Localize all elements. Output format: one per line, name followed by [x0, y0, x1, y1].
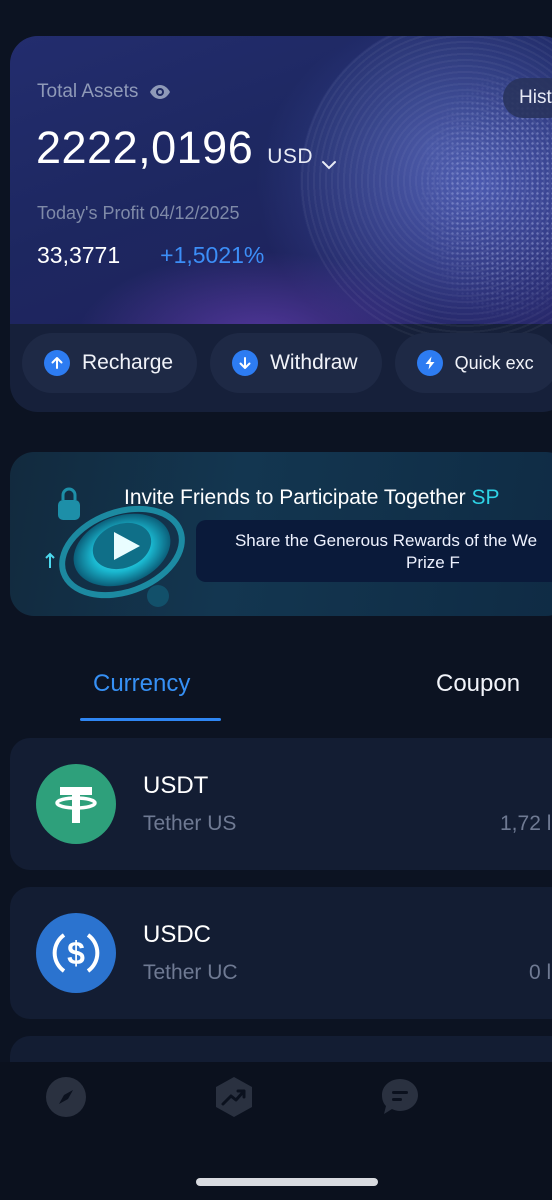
invite-friends-banner[interactable]: Invite Friends to Participate Together S… — [10, 452, 552, 616]
profit-value: 33,3771 — [37, 242, 121, 268]
total-assets-label: Total Assets — [37, 81, 139, 102]
trend-icon[interactable] — [213, 1076, 255, 1118]
arrow-down-icon — [232, 350, 259, 376]
banner-title-highlight: SP — [471, 486, 500, 509]
total-assets-card: Total Assets Hist 2222,0196 USD Today's … — [10, 36, 552, 412]
todays-profit-label: Today's Profit 04/12/2025 — [37, 203, 240, 223]
coin-value: 1,72 l — [500, 812, 552, 835]
list-item-usdt[interactable]: USDT Tether US 1 1,72 l — [10, 738, 552, 870]
profit-percent: +1,5021% — [160, 242, 265, 268]
history-button[interactable]: Hist — [503, 78, 552, 118]
recharge-label: Recharge — [82, 351, 174, 374]
active-tab-indicator — [80, 718, 221, 721]
svg-text:$: $ — [67, 935, 85, 971]
total-assets-label-row: Total Assets — [37, 80, 172, 104]
quick-exchange-label: Quick exc — [454, 352, 534, 373]
tether-icon — [36, 764, 116, 844]
coin-name: Tether UC — [143, 961, 238, 984]
coin-symbol: USDC — [143, 921, 212, 948]
profile-icon[interactable] — [540, 1076, 552, 1118]
arrow-up-icon — [44, 350, 70, 376]
chat-icon[interactable] — [379, 1076, 421, 1118]
quick-exchange-button[interactable]: Quick exc — [394, 333, 552, 393]
list-item-usdc[interactable]: $ USDC Tether UC 0 l — [10, 887, 552, 1019]
banner-subtitle: Share the Generous Rewards of the We Pri… — [196, 520, 552, 582]
banner-subtitle-line1: Share the Generous Rewards of the We — [234, 531, 538, 550]
compass-icon[interactable] — [45, 1076, 87, 1118]
chevron-down-icon — [321, 152, 337, 170]
banner-title: Invite Friends to Participate Together S… — [124, 486, 500, 510]
eye-icon[interactable] — [148, 80, 172, 104]
withdraw-label: Withdraw — [270, 351, 358, 374]
total-assets-value-row: 2222,0196 USD — [36, 122, 337, 174]
tab-coupon[interactable]: Coupon — [436, 670, 520, 698]
recharge-button[interactable]: Recharge — [22, 333, 198, 393]
banner-subtitle-line2: Prize F — [406, 553, 460, 572]
currency-label: USD — [267, 145, 314, 168]
wallet-page: Total Assets Hist 2222,0196 USD Today's … — [0, 0, 552, 1200]
currency-selector[interactable]: USD — [267, 145, 337, 170]
coin-value: 0 l — [529, 961, 552, 984]
action-buttons: Recharge Withdraw Quick exc — [22, 333, 552, 393]
banner-title-text: Invite Friends to Participate Together — [124, 486, 466, 509]
lightning-icon — [416, 350, 443, 376]
coin-name: Tether US — [143, 812, 237, 835]
tab-currency[interactable]: Currency — [93, 670, 190, 698]
home-indicator — [196, 1178, 378, 1186]
coin-symbol: USDT — [143, 772, 209, 799]
total-assets-value: 2222,0196 — [36, 122, 254, 173]
withdraw-button[interactable]: Withdraw — [210, 333, 382, 393]
usdc-icon: $ — [36, 913, 116, 993]
profit-row: 33,3771 +1,5021% — [37, 242, 264, 269]
